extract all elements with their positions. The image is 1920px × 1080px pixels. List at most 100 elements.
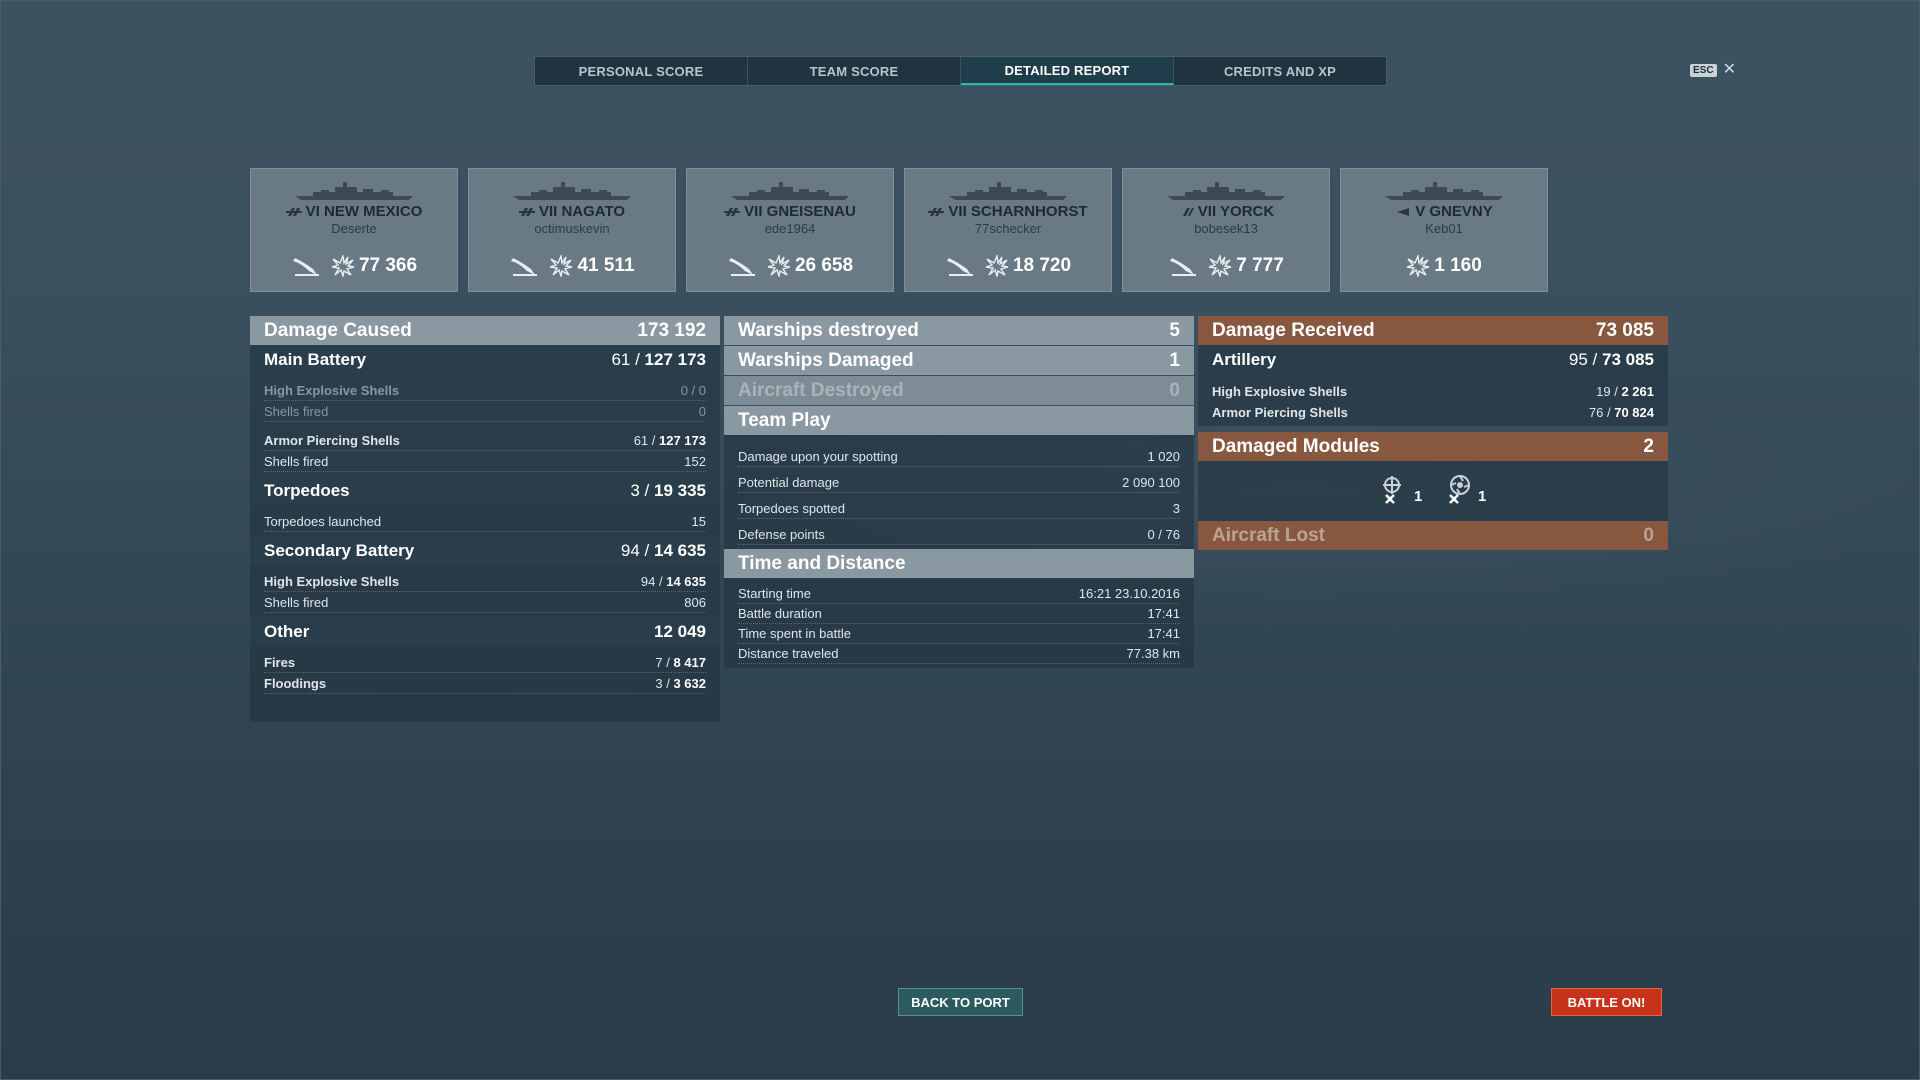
- warships-destroyed-label: Warships destroyed: [738, 319, 919, 341]
- team-play-row: Potential damage 2 090 100: [738, 467, 1180, 493]
- ship-damage-value: 77 366: [358, 255, 418, 276]
- ship-player-name: octimuskevin: [534, 221, 610, 236]
- damage-caused-header: Damage Caused 173 192: [250, 316, 720, 345]
- ship-damage: 18 720: [985, 255, 1071, 277]
- ship-damage-value: 7 777: [1236, 255, 1284, 276]
- ship-silhouette-icon: [295, 182, 413, 200]
- time-distance-label: Time and Distance: [738, 552, 906, 574]
- other-label: Other: [264, 621, 310, 641]
- secondary-rows: High Explosive Shells 94 / 14 635 Shells…: [250, 565, 720, 617]
- team-play-label: Damage upon your spotting: [738, 449, 898, 464]
- ship-silhouette-icon: [1167, 182, 1285, 200]
- torpedo-hit-icon: [292, 258, 319, 276]
- warships-damaged-bar: Warships Damaged 1: [724, 346, 1194, 375]
- damage-burst-icon: [331, 255, 355, 277]
- ship-title: VI NEW MEXICO: [285, 203, 423, 220]
- main-battery-header: Main Battery 61 / 127 173: [250, 345, 720, 374]
- team-play-label: Team Play: [738, 409, 831, 431]
- tab-team-score[interactable]: TEAM SCORE: [748, 57, 961, 85]
- main-ap-row: Armor Piercing Shells 61 / 127 173: [264, 430, 706, 451]
- secondary-battery-value: 94 / 14 635: [620, 540, 706, 560]
- damage-burst-icon: [550, 255, 573, 277]
- main-ap-fired-row: Shells fired 152: [264, 451, 706, 472]
- warships-destroyed-value: 5: [1169, 319, 1180, 341]
- team-play-row: Defense points 0 / 76: [738, 519, 1180, 545]
- time-distance-value: 17:41: [1147, 626, 1180, 641]
- tab-detailed-report[interactable]: DETAILED REPORT: [961, 57, 1174, 85]
- warships-damaged-value: 1: [1169, 349, 1180, 371]
- secondary-he-row: High Explosive Shells 94 / 14 635: [264, 571, 706, 592]
- team-play-header: Team Play: [724, 406, 1194, 435]
- close-button[interactable]: ESC ✕: [1690, 62, 1736, 78]
- team-play-value: 3: [1172, 501, 1180, 516]
- ship-stats: 7 777: [1168, 255, 1284, 277]
- ship-title: VII YORCK: [1178, 203, 1274, 220]
- ship-name: VII NAGATO: [538, 203, 626, 220]
- ship-card: VII GNEISENAU ede1964 26 658: [686, 168, 894, 292]
- damaged-modules-list: 1 1: [1198, 461, 1668, 521]
- damaged-modules-label: Damaged Modules: [1212, 435, 1380, 457]
- aircraft-destroyed-label: Aircraft Destroyed: [738, 379, 904, 401]
- torpedo-hit-icon: [728, 258, 755, 276]
- ship-stats: 18 720: [945, 255, 1071, 277]
- battleship-icon: [518, 207, 535, 216]
- aircraft-lost-value: 0: [1643, 524, 1654, 546]
- main-battery-value: 61 / 127 173: [611, 349, 706, 369]
- ship-damage: 7 777: [1208, 255, 1284, 277]
- battleship-icon: [928, 207, 945, 216]
- ship-damage-value: 18 720: [1012, 255, 1072, 276]
- report-tabs: PERSONAL SCORE TEAM SCORE DETAILED REPOR…: [534, 56, 1387, 86]
- main-he-row: High Explosive Shells 0 / 0: [264, 380, 706, 401]
- torpedoes-value: 3 / 19 335: [630, 480, 706, 500]
- damage-received-header: Damage Received 73 085: [1198, 316, 1668, 345]
- warships-destroyed-bar: Warships destroyed 5: [724, 316, 1194, 345]
- ships-damaged-list: VI NEW MEXICO Deserte 77 366 VII NAGATO …: [250, 168, 1548, 292]
- ship-stats: 1 160: [1406, 255, 1482, 277]
- ship-stats: 77 366: [291, 255, 417, 277]
- artillery-header: Artillery 95 / 73 085: [1198, 345, 1668, 374]
- time-distance-rows: Starting time 16:21 23.10.2016 Battle dur…: [724, 578, 1194, 668]
- secondary-battery-header: Secondary Battery 94 / 14 635: [250, 536, 720, 565]
- engine-icon: [1449, 475, 1470, 504]
- ship-player-name: 77schecker: [974, 221, 1042, 236]
- time-distance-label: Starting time: [738, 586, 811, 601]
- floodings-row: Floodings 3 / 3 632: [264, 673, 706, 694]
- time-distance-row: Distance traveled 77.38 km: [738, 644, 1180, 664]
- module-steering-gear: 1: [1378, 473, 1422, 505]
- damaged-modules-value: 2: [1643, 435, 1654, 457]
- aircraft-destroyed-bar: Aircraft Destroyed 0: [724, 376, 1194, 405]
- ship-stats: 41 511: [509, 255, 635, 277]
- damage-received-label: Damage Received: [1212, 319, 1375, 341]
- torpedoes-label: Torpedoes: [264, 480, 350, 500]
- ship-name: VII GNEISENAU: [744, 203, 856, 220]
- summary-panel: Warships destroyed 5 Warships Damaged 1 …: [724, 316, 1194, 668]
- torpedo-hit-icon: [946, 258, 973, 276]
- time-distance-row: Battle duration 17:41: [738, 604, 1180, 624]
- cruiser-icon: [1182, 207, 1194, 216]
- close-icon[interactable]: ✕: [1723, 62, 1736, 78]
- other-total: 12 049: [654, 621, 706, 641]
- ship-name: VI NEW MEXICO: [305, 203, 423, 220]
- time-distance-value: 17:41: [1147, 606, 1180, 621]
- time-distance-value: 77.38 km: [1126, 646, 1180, 661]
- time-distance-value: 16:21 23.10.2016: [1078, 586, 1180, 601]
- tab-personal-score[interactable]: PERSONAL SCORE: [535, 57, 748, 85]
- damage-caused-label: Damage Caused: [264, 319, 412, 341]
- battle-on-button[interactable]: BATTLE ON!: [1551, 988, 1662, 1016]
- damage-received-total: 73 085: [1595, 319, 1654, 341]
- team-play-row: Torpedoes spotted 3: [738, 493, 1180, 519]
- tab-credits-and-xp[interactable]: CREDITS AND XP: [1174, 57, 1386, 85]
- ship-damage: 77 366: [331, 255, 417, 277]
- time-distance-row: Time spent in battle 17:41: [738, 624, 1180, 644]
- time-distance-row: Starting time 16:21 23.10.2016: [738, 584, 1180, 604]
- ship-damage: 41 511: [549, 255, 635, 277]
- battleship-icon: [724, 207, 741, 216]
- back-to-port-button[interactable]: BACK TO PORT: [898, 988, 1023, 1016]
- team-play-rows: Damage upon your spotting 1 020 Potential…: [724, 435, 1194, 549]
- destroyer-icon: [1397, 207, 1410, 216]
- damaged-modules-header: Damaged Modules 2: [1198, 432, 1668, 461]
- team-play-label: Defense points: [738, 527, 825, 542]
- ship-damage-value: 1 160: [1434, 255, 1482, 276]
- received-ap-row: Armor Piercing Shells 76 / 70 824: [1212, 405, 1654, 420]
- damage-burst-icon: [1406, 255, 1430, 277]
